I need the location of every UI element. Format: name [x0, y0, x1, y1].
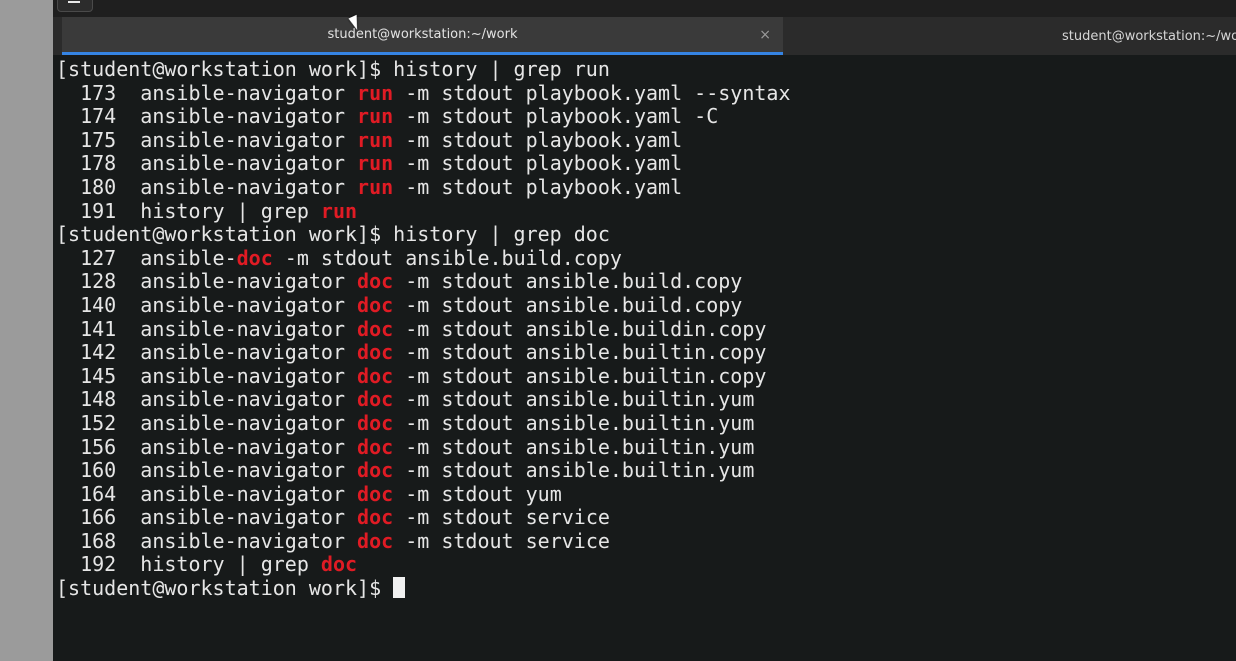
grep-match: run [357, 151, 394, 176]
terminal-window: student@workstation:~/work × student@wor… [53, 0, 1236, 661]
prompt-line: [student@workstation work]$ [56, 576, 1236, 601]
grep-match: doc [357, 434, 394, 459]
grep-match: doc [236, 245, 273, 270]
shell-prompt: [student@workstation work]$ [56, 576, 394, 601]
terminal-text: [student@workstation work]$ history | gr… [56, 57, 610, 81]
terminal-text: 166 ansible-navigator [56, 505, 358, 530]
terminal-line: 173 ansible-navigator run -m stdout play… [56, 80, 1236, 106]
terminal-text: -m stdout ansible.buildin.copy [393, 316, 767, 341]
terminal-text: -m stdout service [393, 528, 610, 553]
terminal-text: -m stdout ansible.builtin.copy [393, 340, 767, 365]
terminal-text: 152 ansible-navigator [56, 410, 358, 435]
terminal-text: 140 ansible-navigator [56, 292, 358, 317]
terminal-line: 192 history | grep doc [56, 553, 1236, 577]
tab-title: student@workstation:~/wor [1062, 28, 1236, 44]
terminal-line: [student@workstation work]$ history | gr… [56, 222, 1236, 247]
terminal-text: -m stdout playbook.yaml --syntax [393, 80, 791, 105]
terminal-line: 128 ansible-navigator doc -m stdout ansi… [56, 270, 1236, 294]
terminal-text: 175 ansible-navigator [56, 127, 358, 152]
grep-match: doc [357, 387, 394, 412]
terminal-line: 178 ansible-navigator run -m stdout play… [56, 152, 1236, 176]
terminal-line: 142 ansible-navigator doc -m stdout ansi… [56, 340, 1236, 365]
terminal-text: 178 ansible-navigator [56, 151, 358, 176]
terminal-text: 191 history | grep [56, 198, 321, 223]
terminal-text: -m stdout ansible.builtin.yum [393, 458, 755, 483]
grep-match: doc [357, 316, 394, 341]
grep-match: run [357, 174, 394, 199]
terminal-line: 141 ansible-navigator doc -m stdout ansi… [56, 316, 1236, 342]
grep-match: doc [357, 292, 394, 317]
terminal-text: 160 ansible-navigator [56, 458, 358, 483]
desktop-background [0, 0, 53, 661]
grep-match: doc [357, 410, 394, 435]
terminal-text: -m stdout yum [393, 481, 562, 506]
terminal-output[interactable]: [student@workstation work]$ history | gr… [56, 57, 1236, 658]
grep-match: doc [357, 458, 394, 483]
terminal-text: 128 ansible-navigator [56, 269, 358, 294]
terminal-text: -m stdout ansible.build.copy [393, 269, 743, 294]
terminal-text: 174 ansible-navigator [56, 104, 358, 129]
grep-match: run [357, 127, 394, 152]
terminal-text: 168 ansible-navigator [56, 528, 358, 553]
grep-match: run [357, 80, 394, 105]
tab-student-work-inactive[interactable]: student@workstation:~/wor [783, 17, 1236, 55]
terminal-line: 180 ansible-navigator run -m stdout play… [56, 174, 1236, 200]
terminal-text: 148 ansible-navigator [56, 387, 358, 412]
tab-bar: student@workstation:~/work × student@wor… [53, 17, 1236, 55]
terminal-text: 192 history | grep [56, 552, 321, 577]
terminal-text: 127 ansible- [56, 245, 237, 270]
terminal-line: 156 ansible-navigator doc -m stdout ansi… [56, 434, 1236, 460]
grep-match: doc [320, 552, 358, 577]
terminal-text: [student@workstation work]$ history | gr… [56, 222, 610, 247]
terminal-text: -m stdout playbook.yaml [393, 151, 683, 176]
hamburger-menu-icon [68, 1, 80, 3]
terminal-line: 160 ansible-navigator doc -m stdout ansi… [56, 458, 1236, 483]
grep-match: doc [357, 269, 394, 294]
terminal-line: 175 ansible-navigator run -m stdout play… [56, 127, 1236, 153]
grep-match: doc [357, 528, 394, 553]
menu-button[interactable] [57, 0, 93, 12]
terminal-line: 174 ansible-navigator run -m stdout play… [56, 104, 1236, 129]
terminal-text: 156 ansible-navigator [56, 434, 358, 459]
terminal-cursor-icon [393, 577, 406, 599]
terminal-line: 152 ansible-navigator doc -m stdout ansi… [56, 410, 1236, 436]
terminal-line: 127 ansible-doc -m stdout ansible.build.… [56, 245, 1236, 271]
grep-match: doc [357, 340, 394, 365]
terminal-text: 164 ansible-navigator [56, 481, 358, 506]
terminal-text: -m stdout ansible.builtin.copy [393, 363, 767, 388]
tab-student-work-active[interactable]: student@workstation:~/work × [62, 17, 783, 55]
terminal-line: 145 ansible-navigator doc -m stdout ansi… [56, 363, 1236, 389]
title-bar [53, 0, 1236, 17]
terminal-line: 168 ansible-navigator doc -m stdout serv… [56, 528, 1236, 554]
terminal-text: 180 ansible-navigator [56, 174, 358, 199]
terminal-line: 164 ansible-navigator doc -m stdout yum [56, 481, 1236, 507]
terminal-text: -m stdout ansible.build.copy [272, 245, 622, 270]
terminal-text: 142 ansible-navigator [56, 340, 358, 365]
grep-match: run [357, 104, 394, 129]
grep-match: run [320, 198, 358, 223]
terminal-text: -m stdout ansible.builtin.yum [393, 434, 755, 459]
close-icon[interactable]: × [759, 27, 771, 43]
grep-match: doc [357, 481, 394, 506]
terminal-text: -m stdout playbook.yaml [393, 127, 683, 152]
terminal-text: -m stdout service [393, 505, 610, 530]
terminal-line: [student@workstation work]$ history | gr… [56, 57, 1236, 82]
terminal-text: -m stdout ansible.builtin.yum [393, 387, 755, 412]
terminal-line: 148 ansible-navigator doc -m stdout ansi… [56, 388, 1236, 412]
terminal-text: -m stdout ansible.build.copy [393, 292, 743, 317]
terminal-text: -m stdout ansible.builtin.yum [393, 410, 755, 435]
grep-match: doc [357, 363, 394, 388]
terminal-line: 191 history | grep run [56, 198, 1236, 224]
terminal-text: -m stdout playbook.yaml -C [393, 104, 719, 129]
terminal-text: 141 ansible-navigator [56, 316, 358, 341]
grep-match: doc [357, 505, 394, 530]
terminal-text: 145 ansible-navigator [56, 363, 358, 388]
terminal-line: 140 ansible-navigator doc -m stdout ansi… [56, 292, 1236, 318]
terminal-text: -m stdout playbook.yaml [393, 174, 683, 199]
terminal-text: 173 ansible-navigator [56, 80, 358, 105]
terminal-line: 166 ansible-navigator doc -m stdout serv… [56, 505, 1236, 530]
